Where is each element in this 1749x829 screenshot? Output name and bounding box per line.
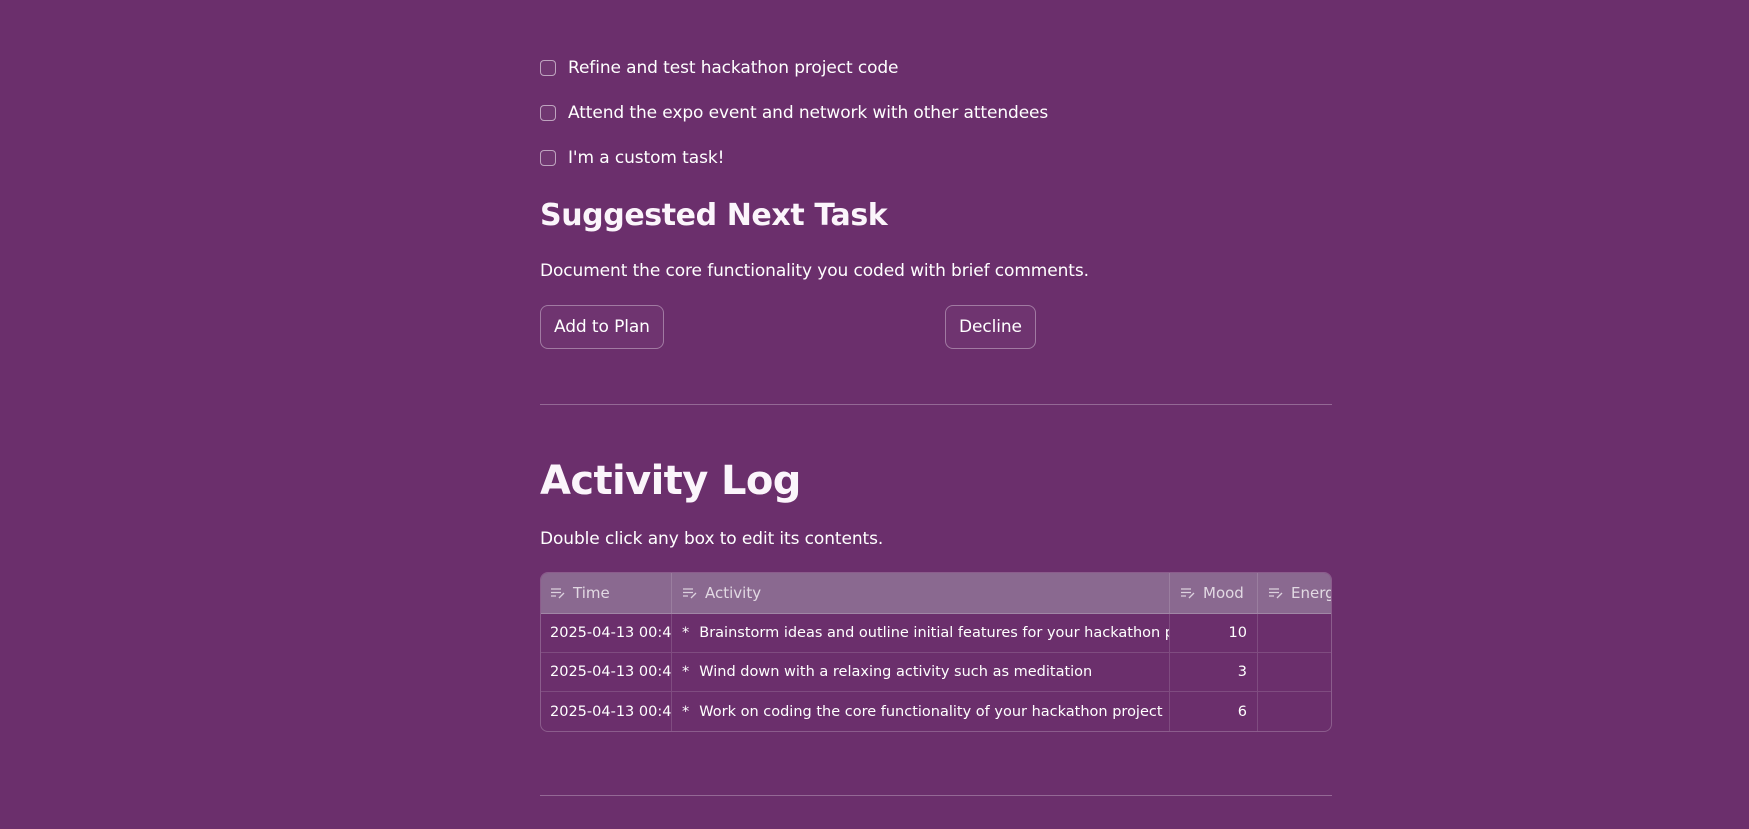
column-header-activity[interactable]: Activity (672, 573, 1170, 613)
activity-cell[interactable]: * Wind down with a relaxing activity suc… (672, 653, 1170, 691)
column-header-label: Mood (1203, 584, 1244, 602)
suggested-task-text: Document the core functionality you code… (540, 261, 1089, 281)
task-item[interactable]: Attend the expo event and network with o… (540, 101, 1048, 125)
column-header-label: Time (573, 584, 610, 602)
time-cell[interactable]: 2025-04-13 00:49 (541, 692, 672, 731)
divider (540, 795, 1332, 796)
edit-column-icon (683, 588, 697, 599)
task-checkbox[interactable] (540, 105, 556, 121)
activity-cell[interactable]: * Brainstorm ideas and outline initial f… (672, 614, 1170, 652)
divider (540, 404, 1332, 405)
time-cell[interactable]: 2025-04-13 00:49 (541, 653, 672, 691)
table-row: 2025-04-13 00:49 * Wind down with a rela… (541, 653, 1331, 692)
energy-cell[interactable] (1258, 692, 1331, 731)
task-label: I'm a custom task! (568, 148, 725, 168)
task-checkbox[interactable] (540, 60, 556, 76)
activity-log-hint: Double click any box to edit its content… (540, 529, 884, 549)
column-header-energy[interactable]: Energ (1258, 573, 1332, 613)
task-label: Refine and test hackathon project code (568, 58, 899, 78)
bullet-marker: * (682, 625, 690, 641)
edit-column-icon (1269, 588, 1283, 599)
column-header-mood[interactable]: Mood (1170, 573, 1258, 613)
task-item[interactable]: Refine and test hackathon project code (540, 56, 899, 80)
add-to-plan-button[interactable]: Add to Plan (540, 305, 664, 349)
table-row: 2025-04-13 00:49 * Brainstorm ideas and … (541, 614, 1331, 653)
bullet-marker: * (682, 703, 690, 720)
activity-log-heading: Activity Log (540, 458, 801, 504)
time-cell[interactable]: 2025-04-13 00:49 (541, 614, 672, 652)
activity-log-table[interactable]: Time Activity Mood Energ 2025-04-13 00:4… (540, 572, 1332, 732)
mood-cell[interactable]: 3 (1170, 653, 1258, 691)
activity-text: Work on coding the core functionality of… (699, 703, 1163, 720)
suggested-task-heading: Suggested Next Task (540, 198, 888, 233)
column-header-label: Energ (1291, 584, 1332, 602)
task-item[interactable]: I'm a custom task! (540, 146, 724, 170)
decline-button[interactable]: Decline (945, 305, 1036, 349)
activity-text: Brainstorm ideas and outline initial fea… (699, 625, 1170, 641)
table-header-row: Time Activity Mood Energ (541, 573, 1332, 614)
activity-text: Wind down with a relaxing activity such … (699, 664, 1093, 680)
bullet-marker: * (682, 664, 690, 680)
activity-cell[interactable]: * Work on coding the core functionality … (672, 692, 1170, 731)
table-row: 2025-04-13 00:49 * Work on coding the co… (541, 692, 1331, 731)
mood-cell[interactable]: 10 (1170, 614, 1258, 652)
task-checkbox[interactable] (540, 150, 556, 166)
energy-cell[interactable] (1258, 653, 1331, 691)
task-label: Attend the expo event and network with o… (568, 103, 1049, 123)
column-header-time[interactable]: Time (541, 573, 672, 613)
column-header-label: Activity (705, 584, 762, 602)
edit-column-icon (1181, 588, 1195, 599)
mood-cell[interactable]: 6 (1170, 692, 1258, 731)
energy-cell[interactable] (1258, 614, 1331, 652)
edit-column-icon (551, 588, 565, 599)
